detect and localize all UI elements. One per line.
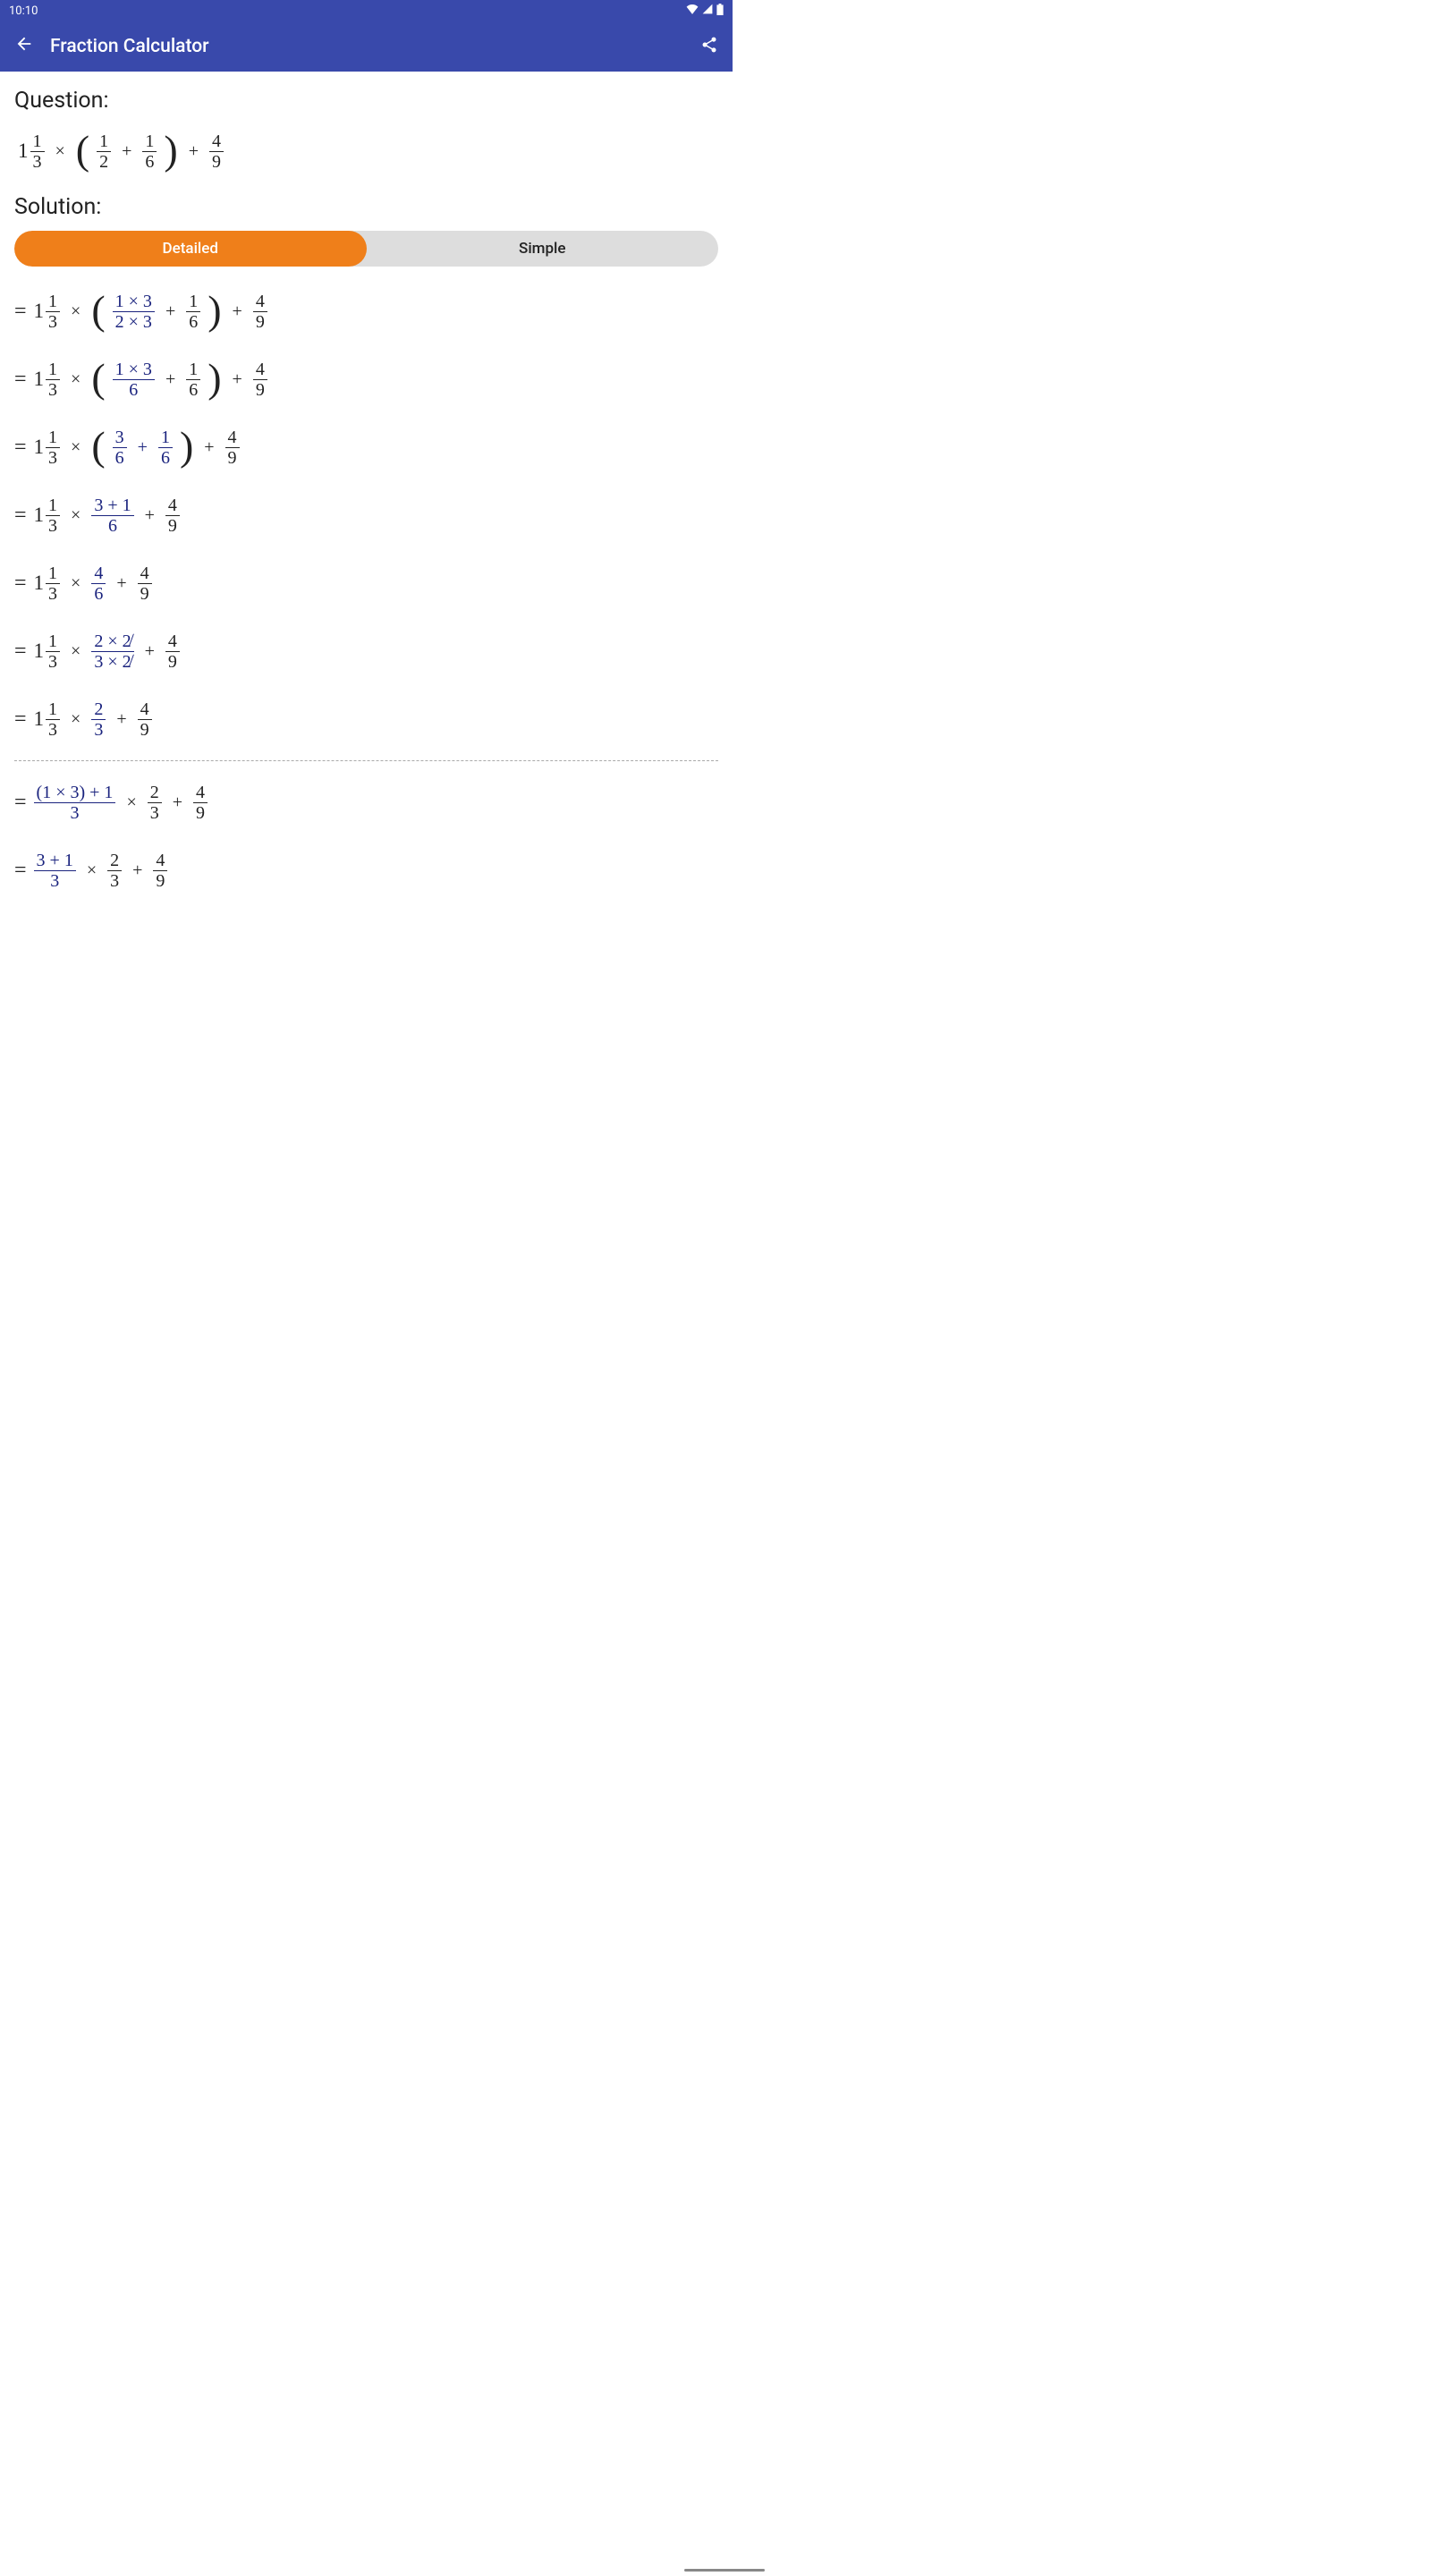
- app-title: Fraction Calculator: [50, 36, 700, 57]
- nav-handle[interactable]: [684, 2569, 765, 2572]
- share-button[interactable]: [700, 36, 718, 58]
- solution-step: =113×2 × 2̸3 × 2̸+49: [14, 624, 718, 678]
- status-bar: 10:10: [0, 0, 733, 21]
- view-toggle: Detailed Simple: [14, 231, 718, 267]
- battery-icon: [716, 4, 724, 19]
- solution-step: =113×3 + 16+49: [14, 488, 718, 542]
- tab-detailed[interactable]: Detailed: [14, 231, 367, 267]
- solution-label: Solution:: [14, 194, 718, 220]
- mixed-number: 1 13: [18, 132, 45, 171]
- wifi-icon: [686, 4, 699, 18]
- solution-step: =113×(36+16)+49: [14, 420, 718, 474]
- tab-simple[interactable]: Simple: [367, 231, 719, 267]
- status-time: 10:10: [9, 4, 38, 18]
- question-expression: 1 13 × ( 12 + 16 ) + 49: [18, 124, 718, 178]
- app-bar: Fraction Calculator: [0, 21, 733, 72]
- steps-list-2: =(1 × 3) + 13×23+49 =3 + 13×23+49: [14, 775, 718, 897]
- section-divider: [14, 760, 718, 761]
- paren-open-icon: (: [76, 131, 89, 168]
- status-icons: [686, 4, 724, 19]
- steps-list: =113×(1 × 32 × 3+16)+49 =113×(1 × 36+16)+…: [14, 284, 718, 746]
- signal-icon: [702, 4, 713, 18]
- solution-step: =113×23+49: [14, 692, 718, 746]
- paren-close-icon: ): [164, 131, 177, 168]
- solution-step: =(1 × 3) + 13×23+49: [14, 775, 718, 829]
- solution-step: =3 + 13×23+49: [14, 843, 718, 897]
- back-button[interactable]: [14, 34, 34, 59]
- question-label: Question:: [14, 88, 718, 114]
- content-area: Question: 1 13 × ( 12 + 16 ) + 49 Soluti…: [0, 72, 733, 922]
- solution-step: =113×(1 × 36+16)+49: [14, 352, 718, 406]
- solution-step: =113×46+49: [14, 556, 718, 610]
- solution-step: =113×(1 × 32 × 3+16)+49: [14, 284, 718, 338]
